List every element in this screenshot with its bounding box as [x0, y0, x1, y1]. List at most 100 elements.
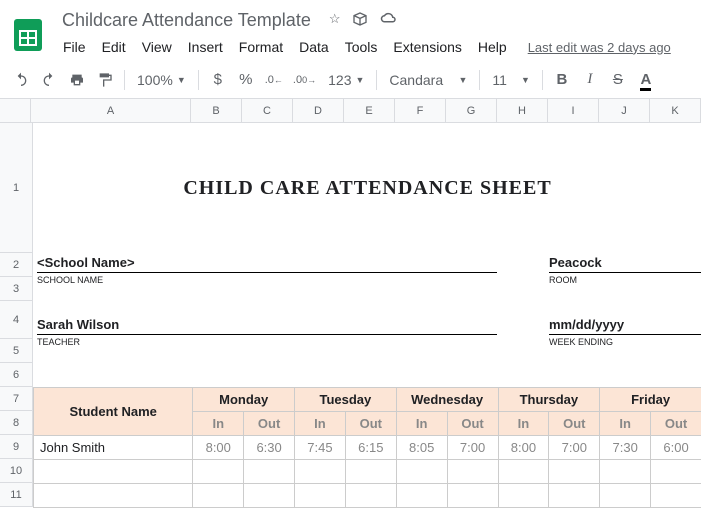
time-cell[interactable]: 7:00 [549, 436, 600, 460]
empty-cell[interactable] [447, 484, 498, 508]
increase-decimal-button[interactable]: .00→ [289, 67, 320, 93]
percent-button[interactable]: % [233, 67, 259, 93]
empty-cell[interactable] [651, 460, 701, 484]
time-cell[interactable]: 8:00 [498, 436, 549, 460]
time-cell[interactable]: 6:30 [244, 436, 295, 460]
menu-edit[interactable]: Edit [95, 35, 133, 59]
time-cell[interactable]: 6:00 [651, 436, 701, 460]
row-header-5[interactable]: 5 [0, 339, 32, 363]
row-header-3[interactable]: 3 [0, 277, 32, 301]
col-header-h[interactable]: H [497, 99, 548, 122]
col-header-k[interactable]: K [650, 99, 701, 122]
teacher-value[interactable]: Sarah Wilson [37, 317, 497, 335]
attendance-table[interactable]: Student Name Monday Tuesday Wednesday Th… [33, 387, 701, 508]
strike-button[interactable]: S [605, 67, 631, 93]
decrease-decimal-button[interactable]: .0← [261, 67, 287, 93]
empty-cell[interactable] [396, 460, 447, 484]
zoom-dropdown[interactable]: 100%▼ [131, 67, 192, 93]
move-icon[interactable] [352, 11, 368, 30]
col-header-a[interactable]: A [31, 99, 191, 122]
italic-button[interactable]: I [577, 67, 603, 93]
week-ending-value[interactable]: mm/dd/yyyy [549, 317, 701, 335]
time-cell[interactable]: 7:45 [295, 436, 346, 460]
room-value[interactable]: Peacock [549, 255, 701, 273]
star-icon[interactable]: ☆ [329, 11, 341, 30]
row-header-7[interactable]: 7 [0, 387, 32, 411]
font-size-value: 11 [492, 72, 507, 88]
empty-cell[interactable] [244, 484, 295, 508]
select-all-corner[interactable] [0, 99, 31, 123]
menu-file[interactable]: File [56, 35, 93, 59]
row-header-9[interactable]: 9 [0, 435, 32, 459]
empty-cell[interactable] [193, 484, 244, 508]
print-button[interactable] [64, 67, 90, 93]
day-header-wed: Wednesday [396, 388, 498, 412]
col-header-j[interactable]: J [599, 99, 650, 122]
currency-button[interactable]: $ [205, 67, 231, 93]
row-header-6[interactable]: 6 [0, 363, 32, 387]
empty-cell[interactable] [193, 460, 244, 484]
time-cell[interactable]: 7:00 [447, 436, 498, 460]
redo-button[interactable] [36, 67, 62, 93]
col-header-c[interactable]: C [242, 99, 293, 122]
text-color-button[interactable]: A [633, 67, 659, 93]
empty-cell[interactable] [498, 484, 549, 508]
empty-cell[interactable] [447, 460, 498, 484]
document-title[interactable]: Childcare Attendance Template [56, 8, 317, 33]
day-header-thu: Thursday [498, 388, 600, 412]
row-header-10[interactable]: 10 [0, 459, 32, 483]
in-header: In [295, 412, 346, 436]
time-cell[interactable]: 6:15 [345, 436, 396, 460]
menu-tools[interactable]: Tools [338, 35, 385, 59]
time-cell[interactable]: 8:00 [193, 436, 244, 460]
empty-cell[interactable] [34, 484, 193, 508]
empty-cell[interactable] [498, 460, 549, 484]
font-size-dropdown[interactable]: 11▼ [486, 67, 535, 93]
menu-help[interactable]: Help [471, 35, 514, 59]
time-cell[interactable]: 7:30 [600, 436, 651, 460]
col-header-d[interactable]: D [293, 99, 344, 122]
empty-cell[interactable] [600, 460, 651, 484]
cloud-icon[interactable] [380, 11, 398, 30]
col-header-i[interactable]: I [548, 99, 599, 122]
paint-format-button[interactable] [92, 67, 118, 93]
row-header-1[interactable]: 1 [0, 123, 32, 253]
empty-cell[interactable] [600, 484, 651, 508]
menu-insert[interactable]: Insert [181, 35, 230, 59]
menu-extensions[interactable]: Extensions [386, 35, 468, 59]
empty-cell[interactable] [244, 460, 295, 484]
undo-button[interactable] [8, 67, 34, 93]
menu-format[interactable]: Format [232, 35, 290, 59]
out-header: Out [345, 412, 396, 436]
menu-view[interactable]: View [135, 35, 179, 59]
empty-cell[interactable] [549, 460, 600, 484]
school-name-value[interactable]: <School Name> [37, 255, 497, 273]
teacher-label: TEACHER [37, 335, 497, 347]
sheets-app-icon[interactable] [8, 15, 48, 55]
empty-cell[interactable] [34, 460, 193, 484]
empty-cell[interactable] [295, 484, 346, 508]
last-edit-link[interactable]: Last edit was 2 days ago [528, 40, 671, 55]
more-formats-dropdown[interactable]: 123▼ [322, 67, 370, 93]
in-header: In [600, 412, 651, 436]
font-dropdown[interactable]: Candara▼ [383, 67, 473, 93]
student-name-cell[interactable]: John Smith [34, 436, 193, 460]
time-cell[interactable]: 8:05 [396, 436, 447, 460]
bold-button[interactable]: B [549, 67, 575, 93]
col-header-f[interactable]: F [395, 99, 446, 122]
empty-cell[interactable] [345, 460, 396, 484]
row-header-4[interactable]: 4 [0, 301, 32, 339]
empty-cell[interactable] [549, 484, 600, 508]
row-header-8[interactable]: 8 [0, 411, 32, 435]
out-header: Out [447, 412, 498, 436]
col-header-b[interactable]: B [191, 99, 242, 122]
empty-cell[interactable] [651, 484, 701, 508]
row-header-11[interactable]: 11 [0, 483, 32, 507]
empty-cell[interactable] [295, 460, 346, 484]
col-header-e[interactable]: E [344, 99, 395, 122]
col-header-g[interactable]: G [446, 99, 497, 122]
row-header-2[interactable]: 2 [0, 253, 32, 277]
menu-data[interactable]: Data [292, 35, 336, 59]
empty-cell[interactable] [345, 484, 396, 508]
empty-cell[interactable] [396, 484, 447, 508]
